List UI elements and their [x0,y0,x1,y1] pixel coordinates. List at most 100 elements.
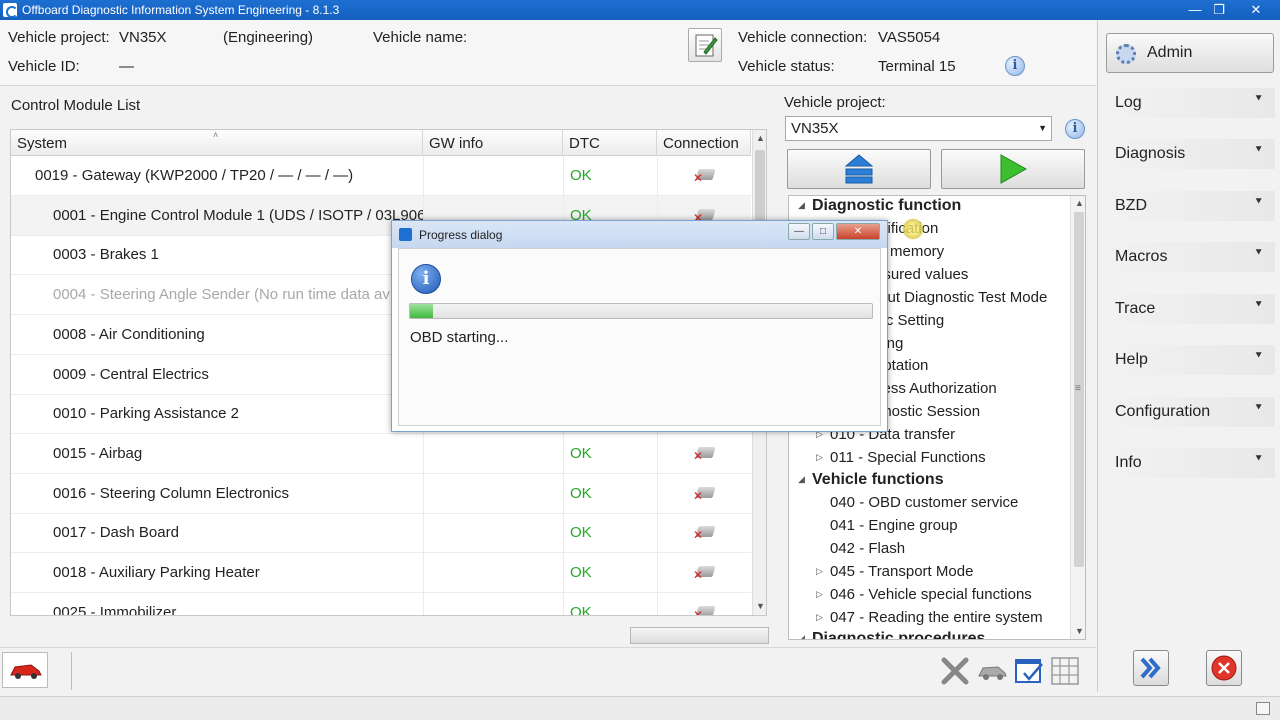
tree-item[interactable]: 040 - OBD customer service [830,494,1018,511]
gw-info-cell [423,433,563,474]
project-info-icon[interactable]: i [1065,119,1085,139]
title-bar: Offboard Diagnostic Information System E… [0,0,1280,20]
vehicle-project-label: Vehicle project: [8,29,110,46]
connection-error-icon: ✕ [693,486,716,502]
upload-icon [844,154,874,184]
table-row[interactable]: 0019 - Gateway (KWP2000 / TP20 / — / — /… [11,156,751,196]
vehicle-status-label: Vehicle status: [738,58,835,75]
tree-item[interactable]: 042 - Flash [830,540,905,557]
sidebar-item-trace[interactable]: Trace ⯆ [1103,294,1275,324]
column-header-connection[interactable]: Connection [657,130,751,156]
sidebar-item-label: Help [1115,351,1148,368]
vehicle-project-value: VN35X [119,29,167,46]
progress-bar [409,303,873,319]
progress-fill [410,304,434,318]
column-header-dtc[interactable]: DTC [563,130,657,156]
sidebar-item-macros[interactable]: Macros ⯆ [1103,242,1275,272]
horizontal-scrollbar[interactable] [630,627,769,644]
table-row[interactable]: 0016 - Steering Column Electronics OK ✕ [11,473,751,514]
start-button[interactable] [941,149,1085,189]
chevron-down-icon: ⯆ [1254,196,1263,208]
vehicle-id-value: — [119,58,134,75]
tree-item[interactable]: ▷ 046 - Vehicle special functions [816,586,1032,603]
sidebar-item-configuration[interactable]: Configuration ⯆ [1103,397,1275,427]
next-button[interactable] [1133,650,1169,686]
dtc-cell: OK [563,513,657,554]
tree-group-diagnostic-function[interactable]: ◢ Diagnostic function [798,197,961,215]
double-chevron-right-icon [1140,657,1161,679]
status-info-icon[interactable]: i [1005,56,1025,76]
tree-item[interactable]: ▷ 047 - Reading the entire system [816,609,1043,626]
dialog-title: Progress dialog [419,228,503,242]
dialog-close-icon[interactable]: ✕ [836,223,880,240]
dialog-maximize-icon[interactable]: □ [812,223,834,240]
grid-icon[interactable] [1050,656,1080,686]
vehicle-project-select[interactable]: VN35X ▼ [785,116,1052,141]
system-cell: 0001 - Engine Control Module 1 (UDS / IS… [53,206,423,224]
connection-error-icon: ✕ [693,526,716,541]
sidebar-item-label: Trace [1115,300,1156,317]
connection-error-icon: ✕ [693,605,716,615]
sidebar-item-log[interactable]: Log ⯆ [1103,88,1275,118]
table-row[interactable]: 0017 - Dash Board OK ✕ [11,513,751,554]
control-module-list-title: Control Module List [11,97,141,114]
dialog-message: OBD starting... [410,329,509,346]
progress-dialog: Progress dialog — □ ✕ i OBD starting... [391,220,888,432]
car-grey-icon[interactable] [976,656,1007,686]
tree-item[interactable]: tput Diagnostic Test Mode [875,289,1047,306]
expand-triangle-icon: ▷ [816,611,823,622]
vehicle-connection-label: Vehicle connection: [738,29,868,46]
edit-vehicle-button[interactable] [688,28,722,62]
dialog-body: i OBD starting... [398,248,881,426]
vehicle-connection-value: VAS5054 [878,29,941,46]
exit-button[interactable] [1206,650,1242,686]
scroll-up-icon[interactable]: ▲ [1075,198,1084,208]
tree-item[interactable]: cess Authorization [875,380,997,397]
scroll-down-icon[interactable]: ▼ [1075,626,1084,636]
system-cell: 0025 - Immobilizer [53,603,177,616]
tree-group-diagnostic-procedures[interactable]: ◢ Diagnostic procedures [798,630,985,639]
admin-button[interactable]: Admin [1106,33,1274,73]
dtc-cell: OK [563,553,657,593]
vehicle-name-label: Vehicle name: [373,29,468,46]
connection-error-icon: ✕ [693,169,716,184]
table-row[interactable]: 0015 - Airbag OK ✕ [11,433,751,474]
play-icon [1000,154,1028,184]
tree-item[interactable]: asured values [875,266,968,283]
sidebar-item-bzd[interactable]: BZD ⯆ [1103,191,1275,221]
eject-button[interactable] [787,149,931,189]
resize-icon[interactable] [1256,702,1270,715]
scroll-up-icon[interactable]: ▲ [756,133,765,143]
dialog-minimize-icon[interactable]: — [788,223,810,240]
restore-icon[interactable]: ❐ [1205,1,1233,18]
tools-icon[interactable] [940,656,970,686]
scroll-down-icon[interactable]: ▼ [756,601,765,611]
chevron-down-icon: ⯆ [1254,144,1263,156]
vehicle-button[interactable] [2,652,48,688]
connection-cell: ✕ [657,592,751,615]
dtc-cell: OK [563,592,657,615]
sidebar-item-diagnosis[interactable]: Diagnosis ⯆ [1103,139,1275,169]
table-row[interactable]: 0018 - Auxiliary Parking Heater OK ✕ [11,553,751,593]
tree-item[interactable]: ▷ 045 - Transport Mode [816,563,973,580]
tree-scrollbar[interactable]: ▲ ≡ ▼ [1070,196,1085,639]
dtc-cell: OK [563,473,657,514]
table-row[interactable]: 0025 - Immobilizer OK ✕ [11,592,751,616]
tree-item[interactable]: 041 - Engine group [830,517,958,534]
dtc-cell: OK [563,156,657,196]
sidebar-item-info[interactable]: Info ⯆ [1103,448,1275,478]
vehicle-header: Vehicle project: VN35X (Engineering) Veh… [0,20,1096,86]
table-header: System ˄ GW info DTC Connection [11,130,751,156]
admin-label: Admin [1147,44,1193,61]
expand-triangle-icon: ▷ [816,565,823,576]
notepad-edit-icon [695,34,718,57]
tree-item[interactable]: gnostic Session [875,403,980,420]
sidebar-item-help[interactable]: Help ⯆ [1103,345,1275,375]
close-icon[interactable]: ✕ [1242,1,1270,18]
tree-group-vehicle-functions[interactable]: ◢ Vehicle functions [798,471,944,489]
checklist-icon[interactable] [1014,656,1044,686]
column-header-gw-info[interactable]: GW info [423,130,563,156]
expand-triangle-icon: ▷ [816,588,823,599]
chevron-down-icon: ⯆ [1254,453,1263,465]
tree-item[interactable]: ▷ 011 - Special Functions [816,449,986,466]
